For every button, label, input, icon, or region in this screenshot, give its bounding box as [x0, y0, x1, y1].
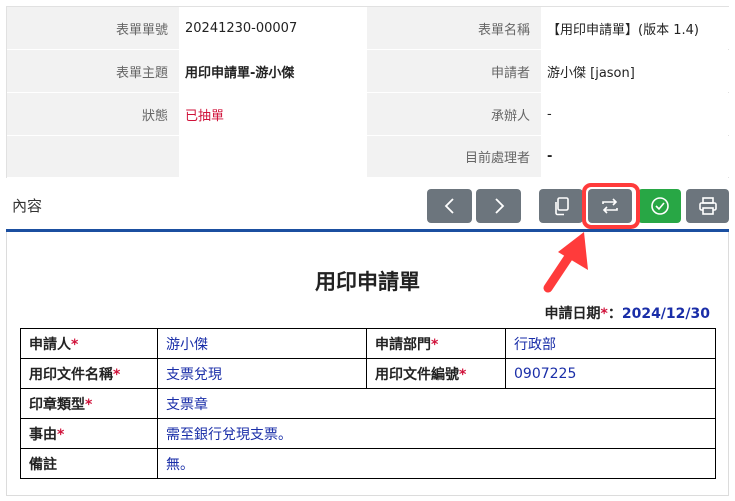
seal-type-field-label: 印章類型* — [20, 388, 158, 419]
doc-name-field-value: 支票兌現 — [157, 358, 367, 389]
seal-type-field-label-text: 印章類型 — [29, 396, 85, 413]
doc-no-field-value: 0907225 — [505, 358, 716, 389]
reason-field-value: 需至銀行兌現支票。 — [157, 418, 716, 449]
approve-button[interactable] — [638, 189, 681, 223]
required-mark: * — [431, 336, 439, 353]
form-subject-label: 表單主題 — [7, 50, 179, 92]
form-number-value: 20241230-00007 — [179, 7, 367, 49]
doc-no-field-label: 用印文件編號* — [366, 358, 506, 389]
table-row: 事由* 需至銀行兌現支票。 — [20, 418, 716, 449]
form-info-panel: 表單單號 20241230-00007 表單名稱 【用印申請單】(版本 1.4)… — [6, 6, 730, 178]
remark-field-value: 無。 — [157, 448, 716, 479]
previous-button[interactable] — [427, 189, 472, 223]
apply-date: 申請日期*：2024/12/30 — [545, 303, 710, 323]
info-row: 表單主題 用印申請單-游小傑 申請者 游小傑 [jason] — [7, 50, 730, 93]
table-row: 申請人* 游小傑 申請部門* 行政部 — [20, 328, 716, 359]
applicant-field-label: 申請人* — [20, 328, 158, 359]
doc-name-field-label: 用印文件名稱* — [20, 358, 158, 389]
apply-date-value: 2024/12/30 — [621, 306, 710, 322]
pointer-arrow-icon — [543, 232, 588, 293]
print-button[interactable] — [686, 189, 729, 223]
remark-field-label: 備註 — [20, 448, 158, 479]
seal-type-field-value: 支票章 — [157, 388, 716, 419]
printer-icon — [698, 197, 717, 215]
apply-date-colon: ： — [607, 306, 622, 322]
form-name-label: 表單名稱 — [367, 7, 541, 49]
form-name-value: 【用印申請單】(版本 1.4) — [541, 7, 730, 49]
handler-label: 承辦人 — [367, 93, 541, 135]
info-row: 狀態 已抽單 承辦人 - — [7, 93, 730, 136]
current-processor-label: 目前處理者 — [367, 136, 541, 177]
form-subject-value: 用印申請單-游小傑 — [179, 50, 367, 92]
applicant-field-label-text: 申請人 — [29, 336, 71, 353]
required-mark: * — [85, 396, 93, 413]
doc-no-field-label-text: 用印文件編號 — [375, 366, 459, 383]
info-row: 目前處理者 - — [7, 136, 730, 178]
empty-label — [7, 136, 179, 177]
required-mark: * — [71, 336, 79, 353]
copy-button[interactable] — [539, 189, 583, 223]
table-row: 備註 無。 — [20, 448, 716, 479]
highlight-box — [582, 183, 640, 229]
status-value: 已抽單 — [179, 93, 367, 135]
required-mark: * — [113, 366, 121, 383]
next-button[interactable] — [476, 189, 521, 223]
apply-date-label: 申請日期 — [544, 306, 601, 322]
reason-field-label: 事由* — [20, 418, 158, 449]
dept-field-value: 行政部 — [505, 328, 716, 359]
form-number-label: 表單單號 — [7, 7, 179, 49]
required-mark: * — [459, 366, 467, 383]
applicant-label: 申請者 — [367, 50, 541, 92]
doc-name-field-label-text: 用印文件名稱 — [29, 366, 113, 383]
handler-value: - — [541, 93, 730, 135]
applicant-value: 游小傑 [jason] — [541, 50, 730, 92]
chevron-right-icon — [494, 198, 504, 214]
copy-icon — [555, 197, 569, 216]
required-mark: * — [600, 306, 608, 322]
required-mark: * — [57, 426, 65, 443]
empty-value — [179, 136, 367, 177]
info-row: 表單單號 20241230-00007 表單名稱 【用印申請單】(版本 1.4) — [7, 7, 730, 50]
table-row: 印章類型* 支票章 — [20, 388, 716, 419]
reason-field-label-text: 事由 — [29, 426, 57, 443]
table-row: 用印文件名稱* 支票兌現 用印文件編號* 0907225 — [20, 358, 716, 389]
document-title: 用印申請單 — [315, 270, 420, 294]
current-processor-value: - — [541, 136, 730, 177]
status-label: 狀態 — [7, 93, 179, 135]
applicant-field-value: 游小傑 — [157, 328, 367, 359]
content-section-title: 內容 — [12, 197, 43, 215]
dept-field-label: 申請部門* — [366, 328, 506, 359]
check-circle-icon — [650, 197, 669, 215]
chevron-left-icon — [444, 198, 454, 214]
dept-field-label-text: 申請部門 — [375, 336, 431, 353]
seal-application-table: 申請人* 游小傑 申請部門* 行政部 用印文件名稱* 支票兌現 用印文件編號* … — [20, 328, 716, 479]
